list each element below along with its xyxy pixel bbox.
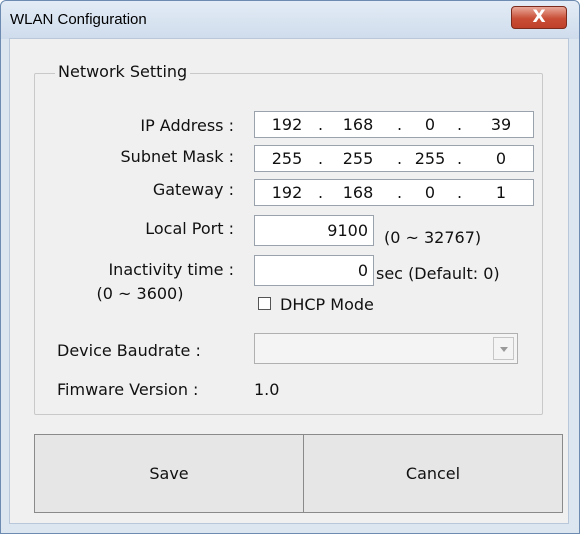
inactivity-time-input[interactable]: 0 xyxy=(254,255,374,286)
inactivity-time-suffix: sec (Default: 0) xyxy=(376,264,500,283)
local-port-range: (0 ~ 32767) xyxy=(384,228,482,247)
ip-dot-1: . xyxy=(318,115,324,134)
network-setting-legend: Network Setting xyxy=(55,62,191,81)
gateway-octet-1[interactable]: 192 xyxy=(262,183,312,202)
close-icon: X xyxy=(532,7,546,27)
close-button[interactable]: X xyxy=(511,6,567,29)
gateway-dot-3: . xyxy=(457,183,463,202)
window-title: WLAN Configuration xyxy=(10,11,147,28)
inactivity-time-label: Inactivity time : xyxy=(108,260,234,279)
subnet-mask-label: Subnet Mask : xyxy=(120,147,234,166)
ip-dot-3: . xyxy=(457,115,463,134)
ip-address-label: IP Address : xyxy=(140,116,234,135)
subnet-dot-3: . xyxy=(457,149,463,168)
ip-octet-2[interactable]: 168 xyxy=(333,115,383,134)
gateway-dot-2: . xyxy=(397,183,403,202)
local-port-input[interactable]: 9100 xyxy=(254,215,374,246)
local-port-label: Local Port : xyxy=(145,219,234,238)
ip-octet-3[interactable]: 0 xyxy=(405,115,455,134)
ip-address-field[interactable]: 192 . 168 . 0 . 39 xyxy=(254,111,534,138)
inactivity-time-value: 0 xyxy=(357,261,368,280)
subnet-octet-3[interactable]: 255 xyxy=(405,149,455,168)
subnet-octet-2[interactable]: 255 xyxy=(333,149,383,168)
subnet-octet-4[interactable]: 0 xyxy=(476,149,526,168)
subnet-octet-1[interactable]: 255 xyxy=(262,149,312,168)
ip-dot-2: . xyxy=(397,115,403,134)
local-port-value: 9100 xyxy=(327,221,368,240)
dhcp-mode-label[interactable]: DHCP Mode xyxy=(280,295,374,314)
title-bar[interactable]: WLAN Configuration X xyxy=(1,1,579,39)
subnet-mask-field[interactable]: 255 . 255 . 255 . 0 xyxy=(254,145,534,172)
gateway-octet-4[interactable]: 1 xyxy=(476,183,526,202)
gateway-octet-2[interactable]: 168 xyxy=(333,183,383,202)
gateway-octet-3[interactable]: 0 xyxy=(405,183,455,202)
device-baudrate-select[interactable] xyxy=(254,333,518,364)
dhcp-mode-checkbox[interactable] xyxy=(258,297,271,310)
chevron-down-icon[interactable] xyxy=(493,337,514,360)
cancel-button[interactable]: Cancel xyxy=(303,434,563,513)
cancel-button-label: Cancel xyxy=(405,464,461,483)
ip-octet-1[interactable]: 192 xyxy=(262,115,312,134)
save-button[interactable]: Save xyxy=(34,434,304,513)
gateway-field[interactable]: 192 . 168 . 0 . 1 xyxy=(254,179,534,206)
gateway-label: Gateway : xyxy=(152,180,234,199)
firmware-version-label: Fimware Version : xyxy=(57,380,199,399)
save-button-label: Save xyxy=(149,464,189,483)
gateway-dot-1: . xyxy=(318,183,324,202)
subnet-dot-2: . xyxy=(397,149,403,168)
subnet-dot-1: . xyxy=(318,149,324,168)
ip-octet-4[interactable]: 39 xyxy=(476,115,526,134)
device-baudrate-label: Device Baudrate : xyxy=(57,341,201,360)
firmware-version-value: 1.0 xyxy=(254,380,280,399)
inactivity-time-range: (0 ~ 3600) xyxy=(96,284,184,303)
